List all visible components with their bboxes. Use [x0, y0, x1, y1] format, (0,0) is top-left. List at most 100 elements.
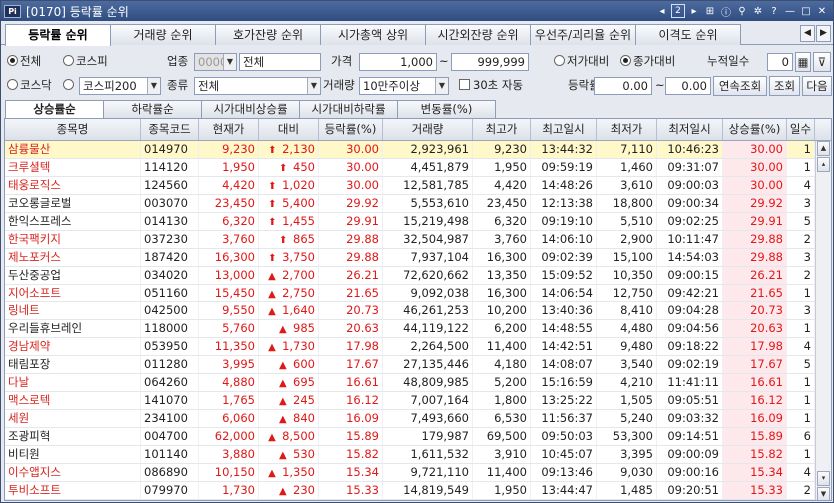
- up-rate: 16.61: [723, 374, 787, 392]
- table-row[interactable]: 우리들휴브레인 118000 5,760 ▲ 985 20.63 44,119,122 6,2…: [5, 320, 831, 339]
- low-price: 1,505: [597, 392, 657, 410]
- table-row[interactable]: 비티원 101140 3,880 ▲ 530 15.82 1,611,532 3,910 10:…: [5, 445, 831, 464]
- table-row[interactable]: 한국팩키지 037230 3,760 ⬆ 865 29.88 32,504,987 3,760…: [5, 230, 831, 249]
- stock-code: 051160: [141, 284, 199, 302]
- maximize-icon[interactable]: □: [799, 4, 813, 18]
- radio-kospi[interactable]: 코스피: [63, 52, 108, 70]
- scroll-bottom-icon[interactable]: ▼: [817, 487, 830, 500]
- kospi200-select[interactable]: 코스피200 ▼: [79, 77, 161, 95]
- price-diff: ▲ 840: [259, 410, 319, 427]
- tab-market-cap[interactable]: 시가총액 상위: [320, 24, 426, 45]
- scroll-top-icon[interactable]: ▲: [817, 141, 830, 156]
- table-row[interactable]: 이수앱지스 086890 10,150 ▲ 1,350 15.34 9,721,110 11,…: [5, 463, 831, 482]
- col-price[interactable]: 현재가: [199, 119, 259, 140]
- table-row[interactable]: 두산중공업 034020 13,000 ▲ 2,700 26.21 72,620,662 13…: [5, 266, 831, 285]
- price-diff: ▲ 2,700: [259, 266, 319, 284]
- cum-days-input[interactable]: 0: [767, 53, 793, 71]
- table-row[interactable]: 제노포커스 187420 16,300 ⬆ 3,750 29.88 7,937,104 16,…: [5, 248, 831, 267]
- subtab-open-rise[interactable]: 시가대비상승률: [201, 100, 300, 118]
- sector-name-field[interactable]: 전체: [239, 53, 321, 71]
- table-row[interactable]: 태림포장 011280 3,995 ▲ 600 17.67 27,135,446 4,180 1…: [5, 356, 831, 375]
- col-low[interactable]: 최저가: [597, 119, 657, 140]
- rate-max-input[interactable]: 0.00: [665, 77, 711, 95]
- radio-vs-low[interactable]: 저가대비: [554, 52, 609, 70]
- table-row[interactable]: 태웅로직스 124560 4,420 ⬆ 1,020 30.00 12,581,785 4,4…: [5, 176, 831, 195]
- page-number[interactable]: 2: [671, 4, 685, 18]
- calendar-icon[interactable]: ▦: [795, 52, 811, 72]
- col-high-time[interactable]: 최고일시: [531, 119, 597, 140]
- col-name[interactable]: 종목명: [5, 119, 141, 140]
- info-icon[interactable]: ⓘ: [719, 4, 733, 19]
- table-row[interactable]: 지어소프트 051160 15,450 ▲ 2,750 21.65 9,092,038 16,…: [5, 284, 831, 303]
- rate-min-input[interactable]: 0.00: [594, 77, 652, 95]
- tab-right-icon[interactable]: ▶: [816, 25, 831, 42]
- table-row[interactable]: 한익스프레스 014130 6,320 ⬆ 1,455 29.91 15,219,498 6,…: [5, 212, 831, 231]
- tab-after-hours[interactable]: 시간외잔량 순위: [425, 24, 531, 45]
- next-icon[interactable]: ▸: [687, 4, 701, 18]
- table-row[interactable]: 세원 234100 6,060 ▲ 840 16.09 7,493,660 6,530 11:5…: [5, 410, 831, 428]
- tab-order-balance[interactable]: 호가잔량 순위: [215, 24, 321, 45]
- col-up-rate[interactable]: 상승률(%): [723, 119, 787, 140]
- radio-kosdaq[interactable]: 코스닥: [7, 76, 52, 94]
- col-diff[interactable]: 대비: [259, 119, 319, 140]
- type-select[interactable]: 전체 ▼: [194, 77, 321, 95]
- link-icon[interactable]: ⊞: [703, 4, 717, 18]
- volume-select[interactable]: 10만주이상 ▼: [359, 77, 449, 95]
- tab-volume[interactable]: 거래량 순위: [110, 24, 216, 45]
- subtab-rise-rate[interactable]: 상승률순: [5, 100, 104, 118]
- col-code[interactable]: 종목코드: [141, 119, 199, 140]
- chevron-down-icon[interactable]: ▼: [223, 54, 236, 70]
- table-row[interactable]: 링네트 042500 9,550 ▲ 1,640 20.73 46,261,253 10,20…: [5, 302, 831, 321]
- sector-code-select[interactable]: 0000 ▼: [194, 53, 237, 71]
- subtab-fall-rate[interactable]: 하락률순: [103, 100, 202, 118]
- table-row[interactable]: 크루셜텍 114120 1,950 ⬆ 450 30.00 4,451,879 1,950 09…: [5, 158, 831, 177]
- radio-kospi200[interactable]: [63, 76, 76, 94]
- prev-icon[interactable]: ◂: [655, 4, 669, 18]
- filter-icon[interactable]: ⊽: [813, 52, 831, 72]
- table-row[interactable]: 다날 064260 4,880 ▲ 695 16.61 48,809,985 5,200 15:…: [5, 374, 831, 393]
- close-icon[interactable]: ✕: [815, 4, 829, 18]
- col-days[interactable]: 일수: [787, 119, 815, 140]
- scroll-page-down-icon[interactable]: ▾: [817, 471, 830, 486]
- change-rate: 29.88: [319, 230, 383, 248]
- help-icon[interactable]: ?: [767, 4, 781, 18]
- stock-name: 이수앱지스: [5, 463, 141, 481]
- next-button[interactable]: 다음: [802, 76, 832, 96]
- continuous-query-button[interactable]: 연속조회: [713, 76, 767, 96]
- radio-market-all[interactable]: 전체: [7, 52, 41, 70]
- tab-rise-rate[interactable]: 등락률 순위: [5, 24, 111, 46]
- settings-icon[interactable]: ✲: [751, 4, 765, 18]
- minimize-icon[interactable]: —: [783, 4, 797, 18]
- tab-preferred[interactable]: 우선주/괴리율 순위: [530, 24, 636, 45]
- col-volume[interactable]: 거래량: [383, 119, 473, 140]
- tab-disparity[interactable]: 이격도 순위: [635, 24, 741, 45]
- col-low-time[interactable]: 최저일시: [657, 119, 723, 140]
- table-row[interactable]: 맥스로텍 141070 1,765 ▲ 245 16.12 7,007,164 1,800 13…: [5, 392, 831, 411]
- price-max-input[interactable]: 999,999: [451, 53, 529, 71]
- chevron-down-icon[interactable]: ▼: [307, 78, 320, 94]
- up-rate: 30.00: [723, 141, 787, 158]
- vertical-scrollbar[interactable]: ▲ ▴ ▾ ▼: [815, 141, 831, 500]
- subtab-open-fall[interactable]: 시가대비하락률: [299, 100, 398, 118]
- query-button[interactable]: 조회: [769, 76, 800, 96]
- col-rate[interactable]: 등락률(%): [319, 119, 383, 140]
- auto-refresh-checkbox[interactable]: 30초 자동: [459, 76, 523, 94]
- price-min-input[interactable]: 1,000: [359, 53, 437, 71]
- subtab-volatility[interactable]: 변동률(%): [397, 100, 496, 118]
- table-row[interactable]: 조광피혁 004700 62,000 ▲ 8,500 15.89 179,987 69,500…: [5, 428, 831, 446]
- chevron-down-icon[interactable]: ▼: [435, 78, 448, 94]
- pin-icon[interactable]: ⚲: [735, 4, 749, 18]
- table-row[interactable]: 투비소프트 079970 1,730 ▲ 230 15.33 14,819,549 1,950…: [5, 481, 831, 500]
- table-row[interactable]: 코오롱글로벌 003070 23,450 ⬆ 5,400 29.92 5,553,610 23…: [5, 194, 831, 213]
- change-rate: 15.34: [319, 463, 383, 481]
- radio-vs-close[interactable]: 종가대비: [620, 52, 675, 70]
- stock-name: 코오롱글로벌: [5, 194, 141, 212]
- table-row[interactable]: 경남제약 053950 11,350 ▲ 1,730 17.98 2,264,500 11,4…: [5, 338, 831, 357]
- col-high[interactable]: 최고가: [473, 119, 531, 140]
- high-price: 1,950: [473, 481, 531, 499]
- scroll-page-up-icon[interactable]: ▴: [817, 157, 830, 172]
- table-row[interactable]: 삼륭물산 014970 9,230 ⬆ 2,130 30.00 2,923,961 9,230…: [5, 141, 831, 159]
- days: 4: [787, 176, 815, 194]
- tab-left-icon[interactable]: ◀: [800, 25, 815, 42]
- chevron-down-icon[interactable]: ▼: [147, 78, 160, 94]
